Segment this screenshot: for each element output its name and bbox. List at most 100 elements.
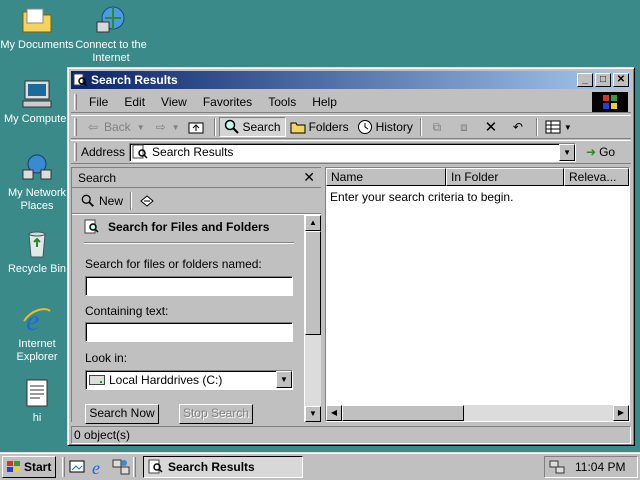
search-pane-title: Search: [78, 170, 117, 185]
back-button[interactable]: ⇦ Back ▼: [81, 117, 149, 137]
look-in-select[interactable]: Local Harddrives (C:) ▼: [85, 370, 293, 390]
search-options-icon: [139, 193, 155, 209]
delete-x-icon: ✕: [484, 119, 498, 136]
search-options-button[interactable]: [135, 191, 162, 211]
look-in-value: Local Harddrives (C:): [109, 373, 223, 387]
search-pane: Search ✕ New Search for Files and Folder…: [71, 167, 321, 424]
folders-label: Folders: [308, 120, 349, 134]
column-relevance[interactable]: Releva...: [564, 168, 629, 186]
desktop-icon-label: Connect to the Internet: [75, 39, 147, 64]
close-button[interactable]: ✕: [613, 73, 629, 87]
address-label: Address: [81, 145, 126, 159]
search-icon: [80, 193, 96, 209]
desktop-icon-network-places[interactable]: My Network Places: [0, 152, 74, 213]
search-now-button[interactable]: Search Now: [85, 404, 159, 424]
toolbar-grip[interactable]: [74, 118, 77, 136]
scroll-left-button[interactable]: ◀: [326, 405, 342, 421]
search-pane-close-icon[interactable]: ✕: [303, 169, 315, 186]
back-arrow-icon: ⇦: [87, 120, 99, 134]
desktop-icon-hi[interactable]: hi: [0, 377, 74, 425]
show-desktop-icon[interactable]: [68, 458, 86, 476]
scroll-thumb[interactable]: [342, 405, 464, 421]
file-name-input[interactable]: [85, 276, 293, 296]
address-dropdown-button[interactable]: ▼: [559, 143, 576, 161]
menu-favorites[interactable]: Favorites: [195, 95, 260, 109]
desktop-icon-my-documents[interactable]: My Documents: [0, 4, 74, 52]
move-to-button[interactable]: ⧉: [425, 117, 452, 137]
copy-to-button[interactable]: ⧈: [452, 117, 479, 137]
taskbar-item-search-results[interactable]: Search Results: [143, 455, 303, 478]
internet-explorer-icon[interactable]: e: [90, 458, 108, 478]
menu-edit[interactable]: Edit: [116, 95, 153, 109]
desktop-icon-my-computer[interactable]: My Computer: [0, 78, 74, 126]
desktop-icon-connect-internet[interactable]: Connect to the Internet: [74, 4, 148, 65]
computer-icon: [22, 80, 52, 108]
toolbar-separator: [535, 118, 538, 136]
delete-button[interactable]: ✕: [479, 117, 506, 137]
address-value: Search Results: [152, 145, 234, 159]
toolbar-separator: [130, 191, 133, 210]
stop-search-button[interactable]: Stop Search: [179, 404, 253, 424]
go-button[interactable]: ➜ Go: [586, 145, 615, 159]
scroll-right-button[interactable]: ▶: [613, 405, 629, 421]
taskbar-item-label: Search Results: [168, 459, 255, 474]
menu-tools[interactable]: Tools: [260, 95, 304, 109]
title-bar[interactable]: Search Results _ □ ✕: [71, 71, 631, 89]
folders-button[interactable]: Folders: [286, 117, 353, 137]
status-bar: 0 object(s): [71, 426, 631, 444]
results-column-headers: Name In Folder Releva...: [326, 168, 629, 186]
search-pane-scrollbar[interactable]: ▲ ▼: [305, 215, 321, 422]
history-button[interactable]: History: [353, 117, 417, 137]
menu-help[interactable]: Help: [304, 95, 345, 109]
forward-button[interactable]: ⇨ ▼: [149, 117, 184, 137]
search-icon: [224, 119, 240, 135]
svg-text:e: e: [92, 458, 100, 476]
desktop-icon-label: My Documents: [0, 39, 74, 51]
up-folder-button[interactable]: [184, 117, 211, 137]
back-dropdown-icon[interactable]: ▼: [137, 123, 145, 132]
minimize-button[interactable]: _: [577, 73, 593, 87]
maximize-button[interactable]: □: [595, 73, 611, 87]
network-tray-icon[interactable]: [549, 459, 565, 475]
look-in-label: Look in:: [85, 351, 128, 365]
network-icon: [22, 154, 52, 180]
taskbar-divider: [62, 456, 65, 477]
scroll-down-button[interactable]: ▼: [305, 406, 321, 422]
undo-button[interactable]: ↶: [506, 117, 533, 137]
search-button[interactable]: Search: [218, 117, 286, 137]
menubar-grip[interactable]: [74, 93, 77, 110]
scroll-thumb[interactable]: [305, 231, 321, 335]
network-icon[interactable]: [112, 458, 130, 476]
menu-file[interactable]: File: [81, 95, 116, 109]
desktop-icon-recycle-bin[interactable]: Recycle Bin: [0, 228, 74, 276]
new-search-button[interactable]: New: [76, 191, 127, 211]
search-label: Search: [242, 120, 281, 134]
views-button[interactable]: ▼: [541, 117, 576, 137]
toolbar-separator: [419, 118, 422, 136]
start-button[interactable]: Start: [2, 455, 56, 478]
forward-dropdown-icon[interactable]: ▼: [172, 123, 180, 132]
search-pane-toolbar: New: [72, 188, 321, 214]
look-in-dropdown-button[interactable]: ▼: [276, 371, 292, 388]
scroll-up-button[interactable]: ▲: [305, 215, 321, 231]
desktop-icon-internet-explorer[interactable]: e Internet Explorer: [0, 303, 74, 364]
results-horizontal-scrollbar[interactable]: ◀ ▶: [326, 405, 629, 421]
back-label: Back: [104, 120, 131, 134]
up-folder-icon: [188, 119, 204, 135]
addressbar-grip[interactable]: [74, 143, 77, 161]
system-tray: 11:04 PM: [544, 455, 638, 478]
search-heading: Search for Files and Folders: [84, 219, 269, 235]
svg-text:e: e: [26, 304, 39, 335]
menu-view[interactable]: View: [153, 95, 195, 109]
address-field[interactable]: Search Results ▼: [129, 142, 577, 162]
desktop-icon-label: Internet Explorer: [16, 338, 58, 363]
copy-to-icon: ⧈: [460, 119, 468, 134]
search-heading-text: Search for Files and Folders: [108, 220, 270, 234]
results-list[interactable]: Name In Folder Releva... Enter your sear…: [325, 167, 630, 422]
column-in-folder[interactable]: In Folder: [446, 168, 564, 186]
text-document-icon: [26, 379, 48, 407]
clock[interactable]: 11:04 PM: [575, 460, 625, 474]
views-dropdown-icon: ▼: [563, 122, 572, 132]
containing-text-input[interactable]: [85, 322, 293, 342]
column-name[interactable]: Name: [326, 168, 446, 186]
